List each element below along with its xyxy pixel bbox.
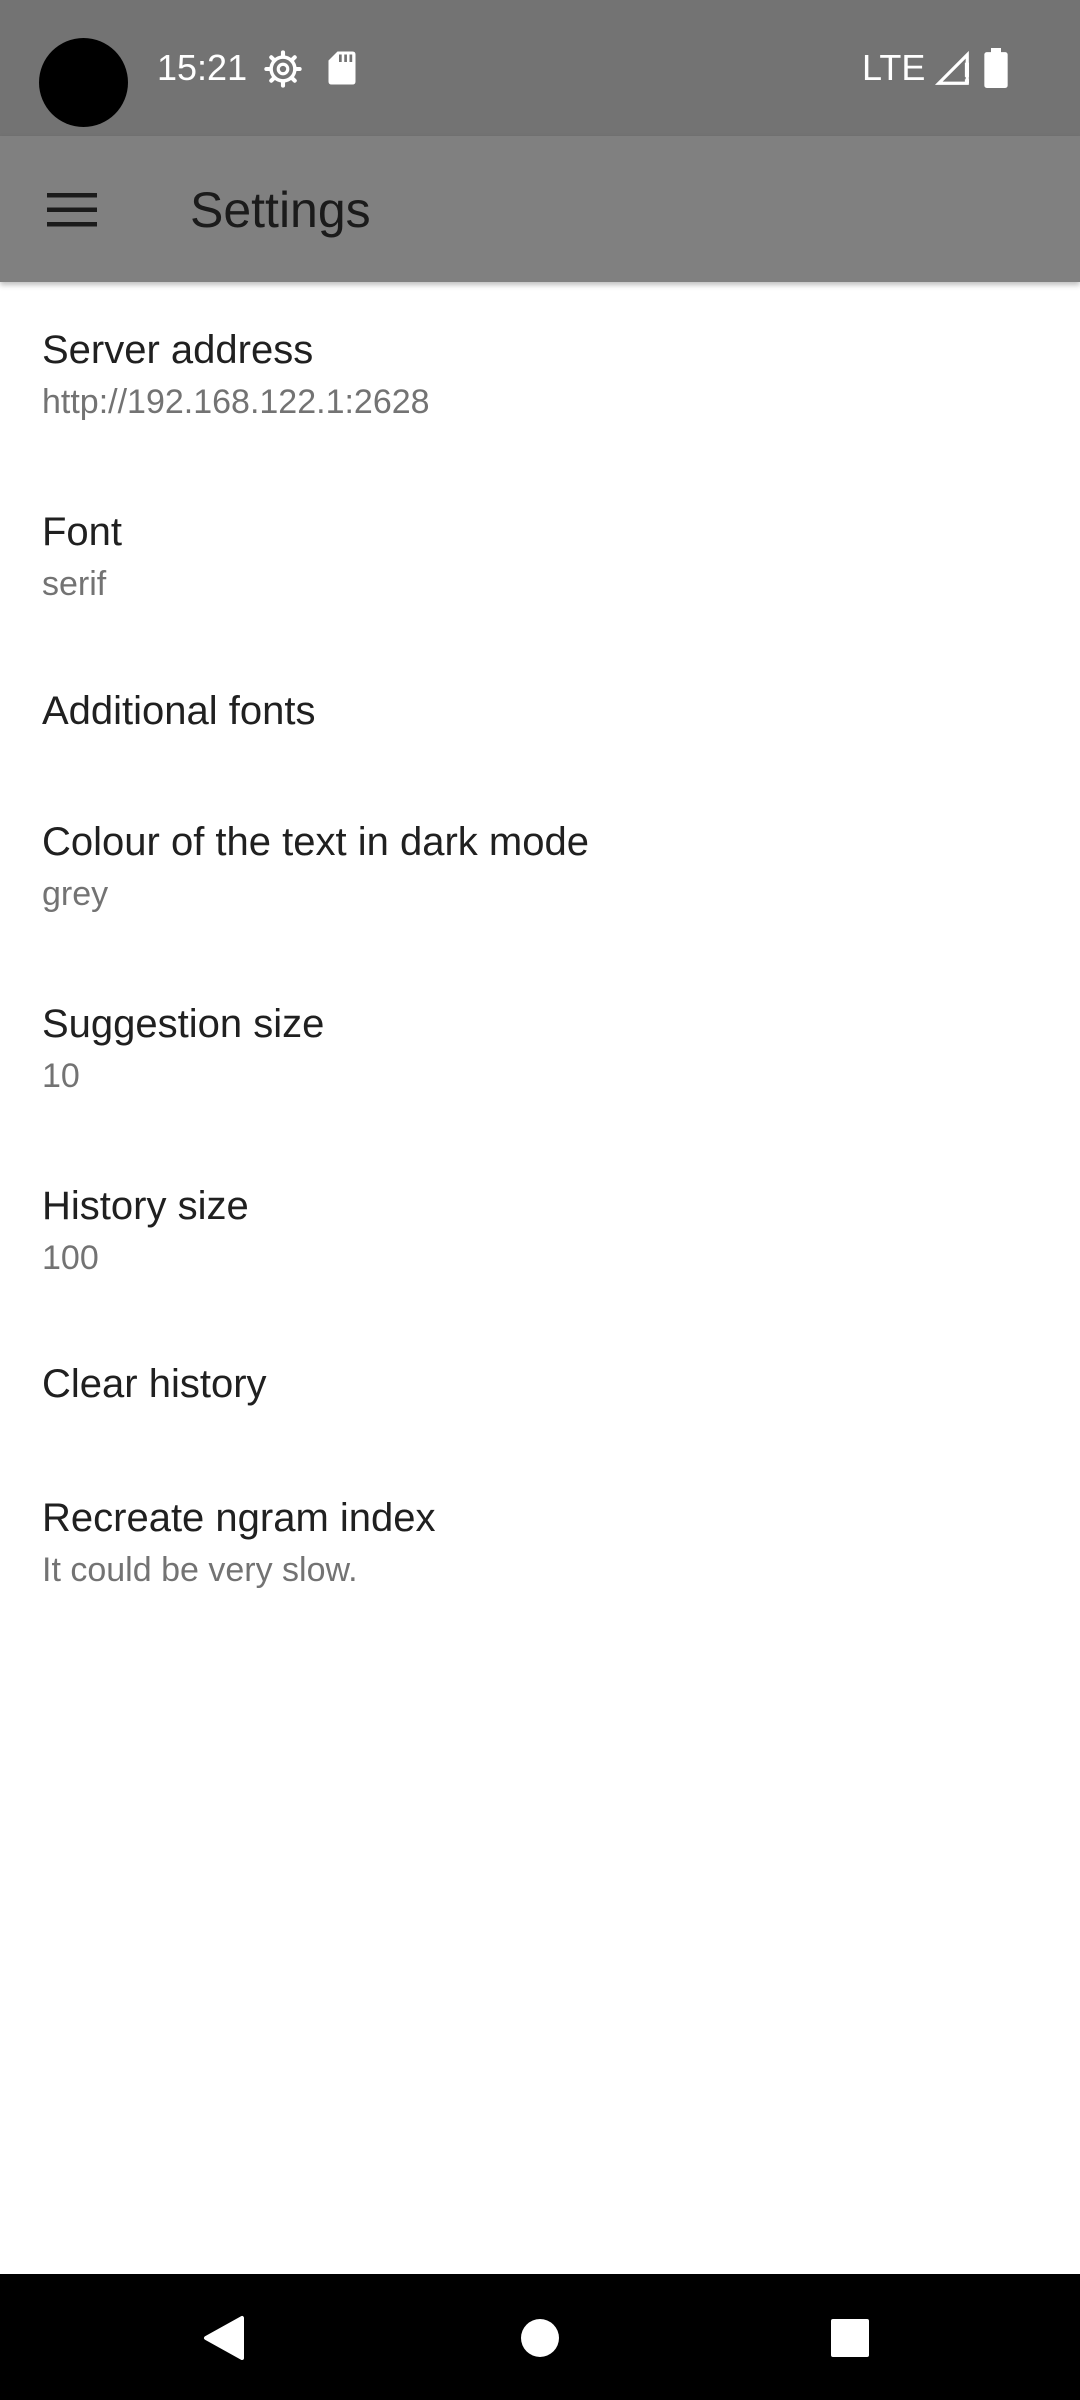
recents-icon[interactable]	[818, 2306, 882, 2370]
home-icon[interactable]	[508, 2306, 572, 2370]
navigation-bar	[0, 2274, 1080, 2400]
pref-title: Recreate ngram index	[42, 1496, 436, 1540]
pref-title: Suggestion size	[42, 1002, 325, 1046]
gear-icon	[264, 50, 302, 88]
pref-font[interactable]: Font serif	[0, 462, 1080, 642]
pref-title: Server address	[42, 328, 314, 372]
screen: 15:21 LTE Settings Server address http:/…	[0, 0, 1080, 2400]
page-title: Settings	[190, 182, 371, 238]
pref-summary: It could be very slow.	[42, 1551, 358, 1589]
network-type-label: LTE	[862, 47, 926, 88]
app-bar: Settings	[0, 136, 1080, 282]
hamburger-menu-icon	[47, 193, 97, 227]
menu-button[interactable]	[30, 172, 114, 248]
pref-summary: http://192.168.122.1:2628	[42, 383, 430, 421]
pref-title: History size	[42, 1184, 249, 1228]
status-time: 15:21	[157, 47, 248, 88]
sd-card-icon	[328, 51, 356, 85]
back-icon[interactable]	[196, 2306, 260, 2370]
battery-icon	[984, 48, 1008, 88]
pref-summary: 100	[42, 1239, 99, 1277]
status-bar: 15:21 LTE	[0, 0, 1080, 136]
pref-recreate-ngram-index[interactable]: Recreate ngram index It could be very sl…	[0, 1448, 1080, 1630]
pref-suggestion-size[interactable]: Suggestion size 10	[0, 954, 1080, 1136]
signal-icon	[934, 50, 969, 85]
pref-title: Font	[42, 510, 123, 554]
pref-summary: serif	[42, 565, 107, 603]
pref-clear-history[interactable]: Clear history	[0, 1316, 1080, 1448]
camera-cutout	[39, 38, 128, 127]
pref-title: Additional fonts	[42, 689, 316, 733]
pref-dark-mode-text-colour[interactable]: Colour of the text in dark mode grey	[0, 772, 1080, 954]
pref-summary: 10	[42, 1057, 80, 1095]
pref-additional-fonts[interactable]: Additional fonts	[0, 642, 1080, 772]
pref-title: Colour of the text in dark mode	[42, 820, 589, 864]
pref-server-address[interactable]: Server address http://192.168.122.1:2628	[0, 282, 1080, 462]
pref-summary: grey	[42, 875, 109, 913]
pref-title: Clear history	[42, 1362, 267, 1406]
pref-history-size[interactable]: History size 100	[0, 1136, 1080, 1316]
